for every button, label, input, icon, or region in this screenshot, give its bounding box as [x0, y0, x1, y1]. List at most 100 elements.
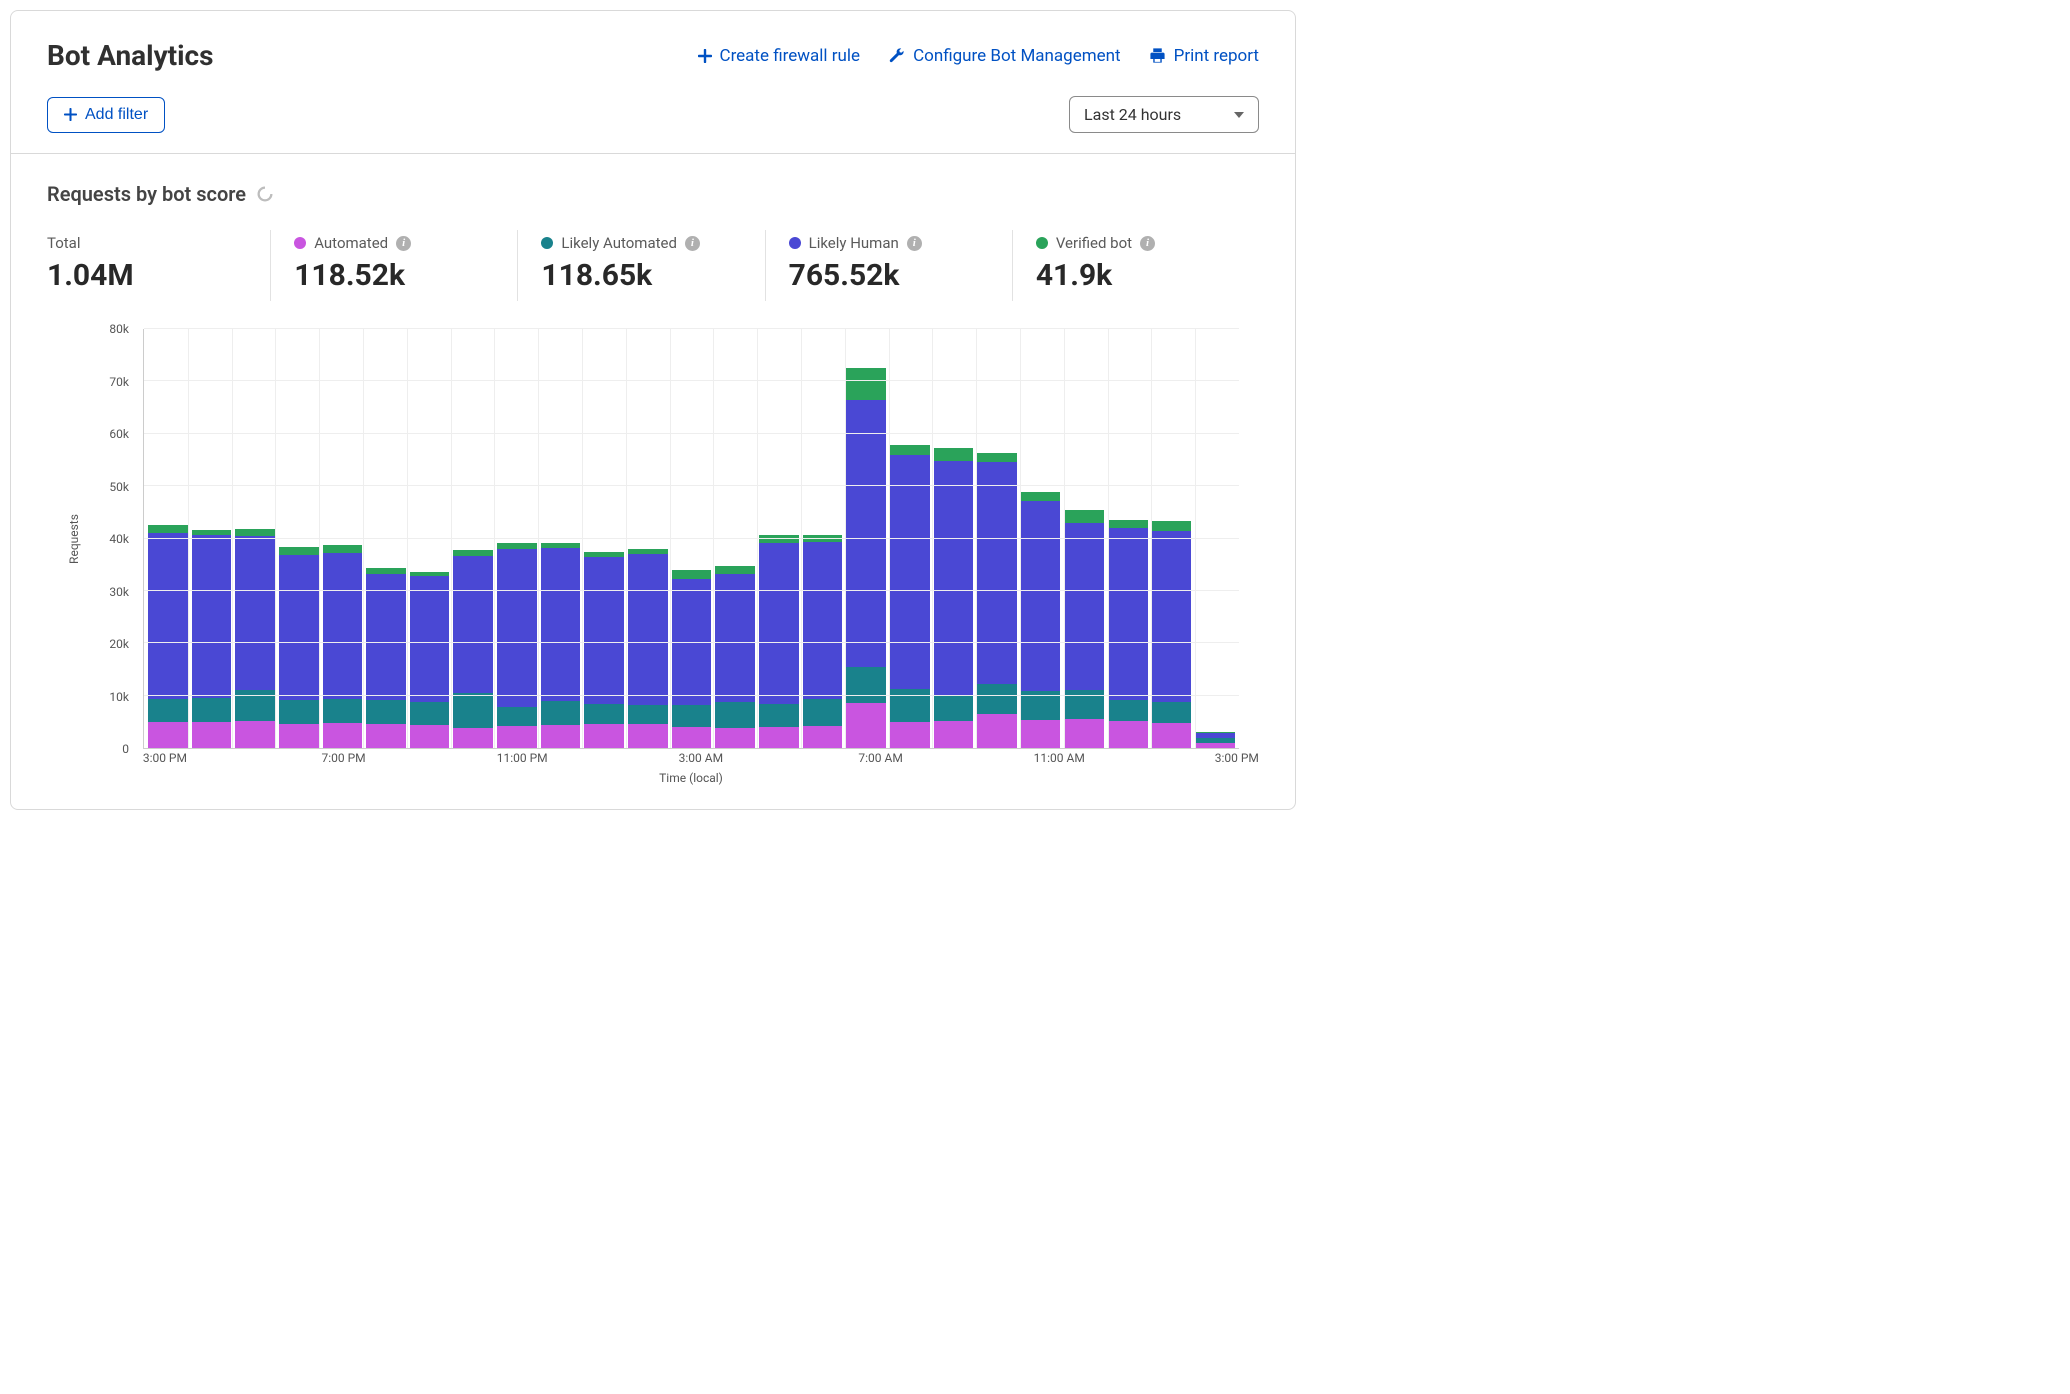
y-tick: 0	[122, 742, 129, 756]
x-tick: 11:00 AM	[1034, 751, 1085, 765]
print-report-link[interactable]: Print report	[1149, 46, 1259, 66]
metric-value: 1.04M	[47, 258, 246, 293]
bar[interactable]	[541, 329, 581, 748]
bar[interactable]	[759, 329, 799, 748]
legend-dot	[541, 237, 553, 249]
bar-segment-automated	[148, 722, 188, 748]
panel-header: Bot Analytics Create firewall rule Confi…	[11, 11, 1295, 154]
bar[interactable]	[715, 329, 755, 748]
metric-likely_automated: Likely Automatedi118.65k	[517, 230, 764, 301]
bar-segment-likely-automated	[366, 700, 406, 724]
bar-segment-likely-human	[584, 557, 624, 704]
y-tick: 50k	[109, 480, 129, 494]
gridline-v	[976, 329, 977, 748]
metric-total: Total1.04M	[47, 230, 270, 301]
create-firewall-rule-link[interactable]: Create firewall rule	[698, 46, 861, 66]
bar[interactable]	[1064, 329, 1104, 748]
bar-segment-automated	[235, 721, 275, 748]
bar-segment-verified-bot	[846, 368, 886, 400]
bar-segment-likely-automated	[323, 699, 363, 723]
bar-segment-likely-automated	[584, 704, 624, 724]
bar-segment-verified-bot	[1108, 520, 1148, 527]
bar-segment-automated	[977, 714, 1017, 748]
gridline-v	[275, 329, 276, 748]
bar-segment-likely-automated	[453, 693, 493, 729]
info-icon[interactable]: i	[396, 236, 411, 251]
metric-label: Likely Humani	[789, 234, 988, 252]
bar-segment-likely-human	[759, 543, 799, 704]
bar[interactable]	[803, 329, 843, 748]
bar[interactable]	[1108, 329, 1148, 748]
action-label: Create firewall rule	[720, 46, 861, 66]
add-filter-button[interactable]: Add filter	[47, 97, 165, 133]
bar-segment-likely-automated	[803, 699, 843, 726]
bar-segment-likely-human	[934, 461, 974, 695]
y-tick: 70k	[109, 375, 129, 389]
printer-icon	[1149, 47, 1166, 64]
bar-segment-likely-human	[279, 555, 319, 700]
gridline-v	[713, 329, 714, 748]
bar-segment-likely-human	[453, 556, 493, 692]
bar-segment-likely-human	[846, 400, 886, 667]
wrench-icon	[888, 47, 905, 64]
bar[interactable]	[366, 329, 406, 748]
configure-bot-management-link[interactable]: Configure Bot Management	[888, 46, 1121, 66]
bar[interactable]	[235, 329, 275, 748]
bar-segment-verified-bot	[715, 566, 755, 574]
gridline-v	[319, 329, 320, 748]
section-title-text: Requests by bot score	[47, 182, 246, 206]
gridline-h	[144, 485, 1239, 486]
bar-segment-automated	[890, 722, 930, 748]
bar[interactable]	[497, 329, 537, 748]
add-filter-label: Add filter	[85, 106, 148, 124]
bar[interactable]	[846, 329, 886, 748]
x-tick: 3:00 PM	[1215, 751, 1259, 765]
info-icon[interactable]: i	[685, 236, 700, 251]
bar[interactable]	[977, 329, 1017, 748]
bar-segment-likely-automated	[715, 702, 755, 728]
bar[interactable]	[1152, 329, 1192, 748]
gridline-v	[582, 329, 583, 748]
bar-segment-likely-human	[977, 462, 1017, 684]
bar-segment-likely-human	[541, 548, 581, 701]
time-range-dropdown[interactable]: Last 24 hours	[1069, 96, 1259, 133]
bar[interactable]	[453, 329, 493, 748]
x-tick: 3:00 PM	[143, 751, 187, 765]
bar[interactable]	[192, 329, 232, 748]
bar-segment-likely-automated	[759, 704, 799, 728]
bar-segment-automated	[846, 703, 886, 748]
bar-segment-automated	[323, 723, 363, 748]
metric-value: 118.65k	[541, 258, 740, 293]
gridline-v	[670, 329, 671, 748]
gridline-v	[845, 329, 846, 748]
metric-likely_human: Likely Humani765.52k	[765, 230, 1012, 301]
info-icon[interactable]: i	[1140, 236, 1155, 251]
bar[interactable]	[279, 329, 319, 748]
action-label: Print report	[1174, 46, 1259, 66]
bar[interactable]	[672, 329, 712, 748]
bar-segment-verified-bot	[1152, 521, 1192, 530]
bar[interactable]	[628, 329, 668, 748]
bar[interactable]	[148, 329, 188, 748]
bar[interactable]	[410, 329, 450, 748]
bar[interactable]	[323, 329, 363, 748]
bar-segment-verified-bot	[890, 445, 930, 455]
bar-segment-verified-bot	[672, 570, 712, 579]
x-tick: 7:00 AM	[858, 751, 902, 765]
gridline-v	[801, 329, 802, 748]
bar-segment-likely-automated	[934, 695, 974, 721]
metric-label-text: Verified bot	[1056, 234, 1132, 252]
plus-icon	[64, 108, 77, 121]
x-tick: 7:00 PM	[321, 751, 365, 765]
gridline-v	[407, 329, 408, 748]
bar-segment-automated	[628, 724, 668, 748]
bar[interactable]	[584, 329, 624, 748]
header-actions: Create firewall rule Configure Bot Manag…	[698, 46, 1260, 66]
plus-icon	[698, 49, 712, 63]
info-icon[interactable]: i	[907, 236, 922, 251]
bar[interactable]	[890, 329, 930, 748]
bar-segment-automated	[541, 725, 581, 748]
bar[interactable]	[1021, 329, 1061, 748]
bar[interactable]	[934, 329, 974, 748]
bar[interactable]	[1195, 329, 1235, 748]
